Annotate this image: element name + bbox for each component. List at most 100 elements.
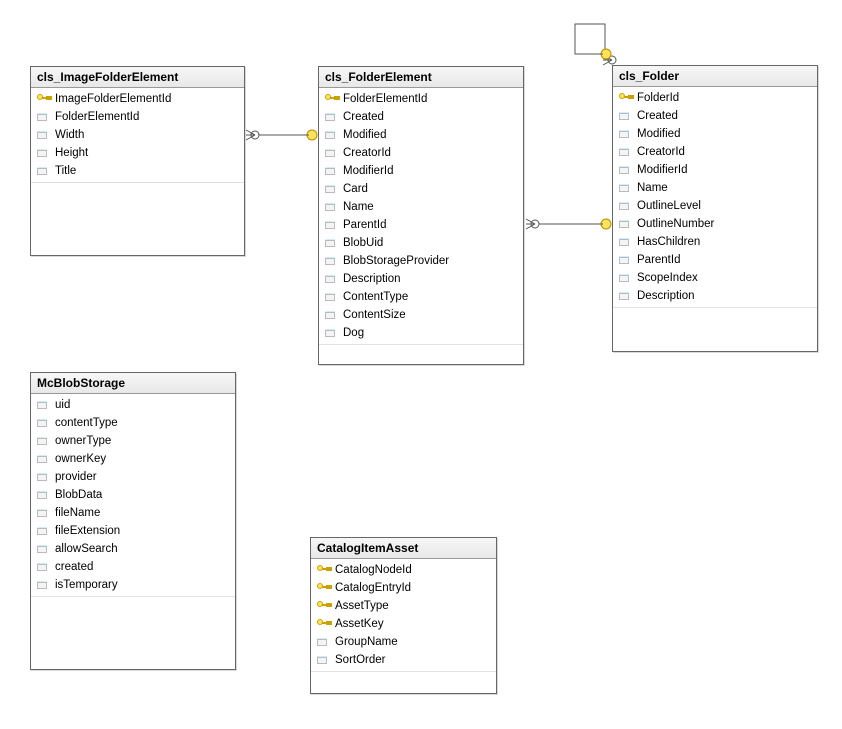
column-row[interactable]: Card [319, 180, 523, 198]
column-icon [617, 181, 633, 195]
column-row[interactable]: CreatorId [613, 143, 817, 161]
column-row[interactable]: fileExtension [31, 522, 235, 540]
column-name: ownerType [53, 435, 111, 447]
column-name: OutlineNumber [635, 218, 714, 230]
column-icon [323, 110, 339, 124]
column-icon [323, 254, 339, 268]
table-catalogitemasset[interactable]: CatalogItemAsset CatalogNodeIdCatalogEnt… [310, 537, 497, 694]
column-name: isTemporary [53, 579, 118, 591]
column-name: CreatorId [635, 146, 685, 158]
column-icon [323, 146, 339, 160]
column-name: fileExtension [53, 525, 120, 537]
table-mcblobstorage[interactable]: McBlobStorage uidcontentType ownerType own… [30, 372, 236, 670]
table-title: cls_Folder [613, 66, 817, 87]
table-columns: CatalogNodeId CatalogEntryId AssetType Asse… [311, 559, 496, 671]
column-name: Title [53, 165, 76, 177]
column-name: OutlineLevel [635, 200, 701, 212]
column-row[interactable]: ParentId [613, 251, 817, 269]
column-icon [35, 164, 51, 178]
column-row[interactable]: Modified [613, 125, 817, 143]
column-icon [617, 271, 633, 285]
column-icon [35, 524, 51, 538]
column-row[interactable]: fileName [31, 504, 235, 522]
column-row[interactable]: Height [31, 144, 244, 162]
column-name: CatalogEntryId [333, 582, 411, 594]
column-row[interactable]: ScopeIndex [613, 269, 817, 287]
column-row[interactable]: OutlineNumber [613, 215, 817, 233]
column-row[interactable]: Created [613, 107, 817, 125]
column-row[interactable]: Width [31, 126, 244, 144]
column-row[interactable]: ownerKey [31, 450, 235, 468]
column-row[interactable]: OutlineLevel [613, 197, 817, 215]
column-icon [35, 452, 51, 466]
column-name: ParentId [341, 219, 386, 231]
column-icon [315, 653, 331, 667]
column-row[interactable]: contentType [31, 414, 235, 432]
column-row[interactable]: ModifierId [613, 161, 817, 179]
column-row[interactable]: created [31, 558, 235, 576]
column-row[interactable]: Dog [319, 324, 523, 342]
column-name: Description [341, 273, 401, 285]
column-name: AssetType [333, 600, 389, 612]
column-name: BlobData [53, 489, 102, 501]
column-row[interactable]: ImageFolderElementId [31, 90, 244, 108]
column-icon [617, 199, 633, 213]
column-icon [617, 163, 633, 177]
column-row[interactable]: BlobUid [319, 234, 523, 252]
column-row[interactable]: SortOrder [311, 651, 496, 669]
relation-imagefolderelement-to-folderelement [246, 130, 317, 140]
column-row[interactable]: BlobStorageProvider [319, 252, 523, 270]
column-row[interactable]: ContentType [319, 288, 523, 306]
column-row[interactable]: Created [319, 108, 523, 126]
column-row[interactable]: HasChildren [613, 233, 817, 251]
table-cls-imagefolderelement[interactable]: cls_ImageFolderElement ImageFolderElemen… [30, 66, 245, 256]
column-icon [35, 506, 51, 520]
table-columns: FolderIdCreatedModified CreatorId Modifier… [613, 87, 817, 307]
column-name: SortOrder [333, 654, 386, 666]
column-row[interactable]: CreatorId [319, 144, 523, 162]
column-row[interactable]: AssetKey [311, 615, 496, 633]
table-cls-folder[interactable]: cls_Folder FolderIdCreatedModified Creato… [612, 65, 818, 352]
column-icon [617, 253, 633, 267]
column-icon [323, 326, 339, 340]
column-row[interactable]: ModifierId [319, 162, 523, 180]
column-icon [323, 200, 339, 214]
column-row[interactable]: isTemporary [31, 576, 235, 594]
column-row[interactable]: Description [613, 287, 817, 305]
column-row[interactable]: allowSearch [31, 540, 235, 558]
column-row[interactable]: provider [31, 468, 235, 486]
column-name: FolderElementId [53, 111, 139, 123]
table-cls-folderelement[interactable]: cls_FolderElement FolderElementIdCreated… [318, 66, 524, 365]
column-row[interactable]: CatalogEntryId [311, 579, 496, 597]
column-row[interactable]: ContentSize [319, 306, 523, 324]
column-row[interactable]: ParentId [319, 216, 523, 234]
column-row[interactable]: Title [31, 162, 244, 180]
column-row[interactable]: AssetType [311, 597, 496, 615]
column-name: created [53, 561, 93, 573]
column-row[interactable]: uid [31, 396, 235, 414]
column-name: Description [635, 290, 695, 302]
column-row[interactable]: Name [613, 179, 817, 197]
column-row[interactable]: FolderElementId [31, 108, 244, 126]
column-icon [35, 542, 51, 556]
column-row[interactable]: GroupName [311, 633, 496, 651]
column-icon [35, 416, 51, 430]
table-title: cls_FolderElement [319, 67, 523, 88]
column-row[interactable]: CatalogNodeId [311, 561, 496, 579]
table-title: McBlobStorage [31, 373, 235, 394]
column-icon [323, 128, 339, 142]
column-row[interactable]: Description [319, 270, 523, 288]
column-icon [617, 127, 633, 141]
column-icon [323, 218, 339, 232]
table-columns: FolderElementIdCreatedModifiedCreatorIdM… [319, 88, 523, 344]
column-row[interactable]: FolderElementId [319, 90, 523, 108]
column-icon [323, 236, 339, 250]
column-icon [35, 560, 51, 574]
column-row[interactable]: BlobData [31, 486, 235, 504]
column-name: CatalogNodeId [333, 564, 412, 576]
column-row[interactable]: FolderId [613, 89, 817, 107]
column-row[interactable]: Name [319, 198, 523, 216]
column-name: ownerKey [53, 453, 106, 465]
column-row[interactable]: Modified [319, 126, 523, 144]
column-row[interactable]: ownerType [31, 432, 235, 450]
